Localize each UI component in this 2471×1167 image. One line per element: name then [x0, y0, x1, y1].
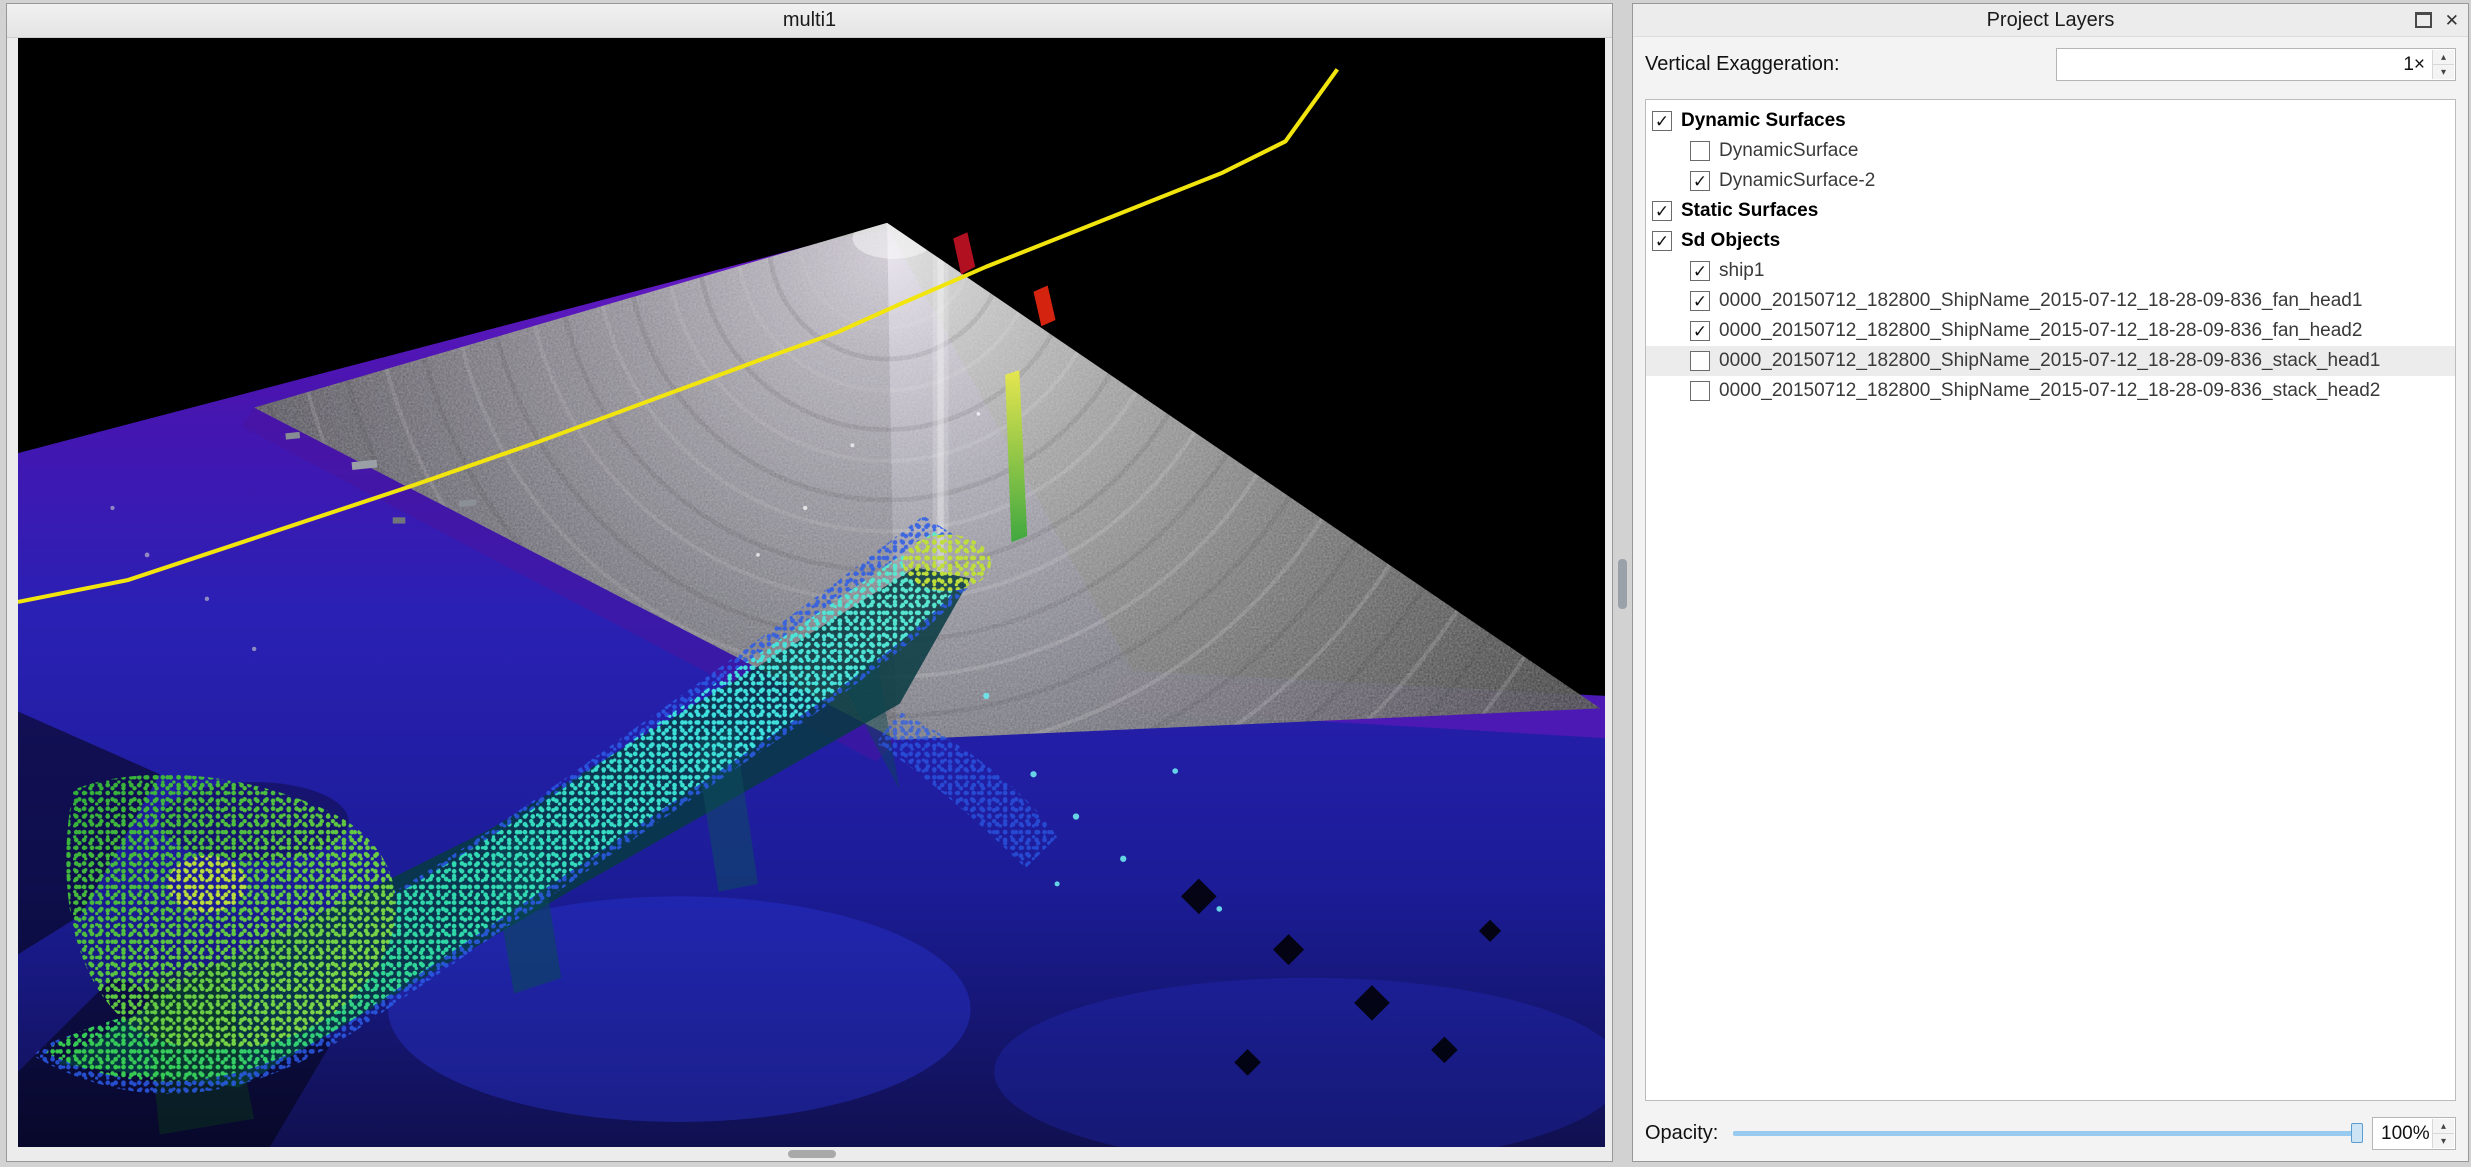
- tree-row-0[interactable]: ✓ Dynamic Surfaces: [1646, 106, 2455, 136]
- splitter-handle[interactable]: [1618, 559, 1627, 609]
- tree-row-8[interactable]: 0000_20150712_182800_ShipName_2015-07-12…: [1646, 346, 2455, 376]
- vertical-exaggeration-value: 1×: [2403, 49, 2425, 80]
- tree-row-3[interactable]: ✓ Static Surfaces: [1646, 196, 2455, 226]
- layer-label: 0000_20150712_182800_ShipName_2015-07-12…: [1719, 350, 2380, 372]
- tree-row-9[interactable]: 0000_20150712_182800_ShipName_2015-07-12…: [1646, 376, 2455, 406]
- project-layers-panel: Project Layers ✕ Vertical Exaggeration: …: [1632, 3, 2469, 1162]
- layer-label: Static Surfaces: [1681, 200, 1818, 222]
- opacity-spinbox[interactable]: 100% ▴ ▾: [2372, 1117, 2456, 1150]
- spin-down-button[interactable]: ▾: [2432, 1134, 2454, 1148]
- vertical-exaggeration-label: Vertical Exaggeration:: [1645, 46, 1840, 82]
- tree-row-1[interactable]: DynamicSurface: [1646, 136, 2455, 166]
- layer-label: ship1: [1719, 260, 1764, 282]
- panel-title: Project Layers: [1987, 9, 2115, 32]
- 3d-scene[interactable]: [18, 38, 1605, 1147]
- layer-checkbox[interactable]: [1690, 351, 1710, 371]
- viewport-titlebar[interactable]: multi1: [7, 4, 1612, 38]
- float-icon[interactable]: [2415, 12, 2432, 28]
- opacity-slider-groove[interactable]: [1733, 1131, 2363, 1136]
- layer-checkbox[interactable]: ✓: [1652, 201, 1672, 221]
- vertical-exaggeration-row: Vertical Exaggeration: 1× ▴ ▾: [1645, 46, 2456, 82]
- layer-checkbox[interactable]: ✓: [1690, 321, 1710, 341]
- layer-label: DynamicSurface-2: [1719, 170, 1875, 192]
- vertical-exaggeration-input[interactable]: 1× ▴ ▾: [2056, 48, 2456, 81]
- layer-tree: ✓ Dynamic Surfaces DynamicSurface ✓ DynamicS…: [1645, 99, 2456, 1101]
- layer-label: Dynamic Surfaces: [1681, 110, 1846, 132]
- tree-row-2[interactable]: ✓ DynamicSurface-2: [1646, 166, 2455, 196]
- layer-checkbox[interactable]: [1690, 381, 1710, 401]
- tree-row-6[interactable]: ✓ 0000_20150712_182800_ShipName_2015-07-1…: [1646, 286, 2455, 316]
- opacity-slider[interactable]: [1733, 1114, 2363, 1152]
- layer-label: DynamicSurface: [1719, 140, 1858, 162]
- viewport-hscrollbar[interactable]: [18, 1149, 1605, 1159]
- opacity-spinner: ▴ ▾: [2432, 1119, 2454, 1148]
- viewport-window: multi1: [6, 3, 1613, 1162]
- layer-label: 0000_20150712_182800_ShipName_2015-07-12…: [1719, 320, 2362, 342]
- layer-checkbox[interactable]: [1690, 141, 1710, 161]
- layer-checkbox[interactable]: ✓: [1652, 231, 1672, 251]
- opacity-slider-handle[interactable]: [2351, 1123, 2363, 1143]
- layer-label: Sd Objects: [1681, 230, 1780, 252]
- layer-label: 0000_20150712_182800_ShipName_2015-07-12…: [1719, 290, 2362, 312]
- close-icon[interactable]: ✕: [2445, 12, 2459, 29]
- tree-row-7[interactable]: ✓ 0000_20150712_182800_ShipName_2015-07-1…: [1646, 316, 2455, 346]
- spin-up-button[interactable]: ▴: [2432, 50, 2454, 65]
- vertical-exaggeration-spinner: ▴ ▾: [2432, 50, 2454, 79]
- viewport-title: multi1: [783, 9, 836, 32]
- layer-checkbox[interactable]: ✓: [1690, 171, 1710, 191]
- window-splitter[interactable]: [1614, 3, 1631, 1162]
- opacity-row: Opacity: 100% ▴ ▾: [1645, 1114, 2456, 1152]
- viewport-hscroll-thumb[interactable]: [788, 1150, 836, 1158]
- spin-up-button[interactable]: ▴: [2432, 1119, 2454, 1134]
- layer-label: 0000_20150712_182800_ShipName_2015-07-12…: [1719, 380, 2380, 402]
- opacity-label: Opacity:: [1645, 1114, 1718, 1152]
- tree-row-4[interactable]: ✓ Sd Objects: [1646, 226, 2455, 256]
- layer-checkbox[interactable]: ✓: [1690, 261, 1710, 281]
- opacity-value: 100%: [2381, 1118, 2430, 1149]
- panel-titlebar[interactable]: Project Layers ✕: [1633, 4, 2468, 37]
- layer-checkbox[interactable]: ✓: [1690, 291, 1710, 311]
- layer-checkbox[interactable]: ✓: [1652, 111, 1672, 131]
- tree-row-5[interactable]: ✓ ship1: [1646, 256, 2455, 286]
- 3d-viewport[interactable]: [18, 38, 1605, 1147]
- spin-down-button[interactable]: ▾: [2432, 65, 2454, 79]
